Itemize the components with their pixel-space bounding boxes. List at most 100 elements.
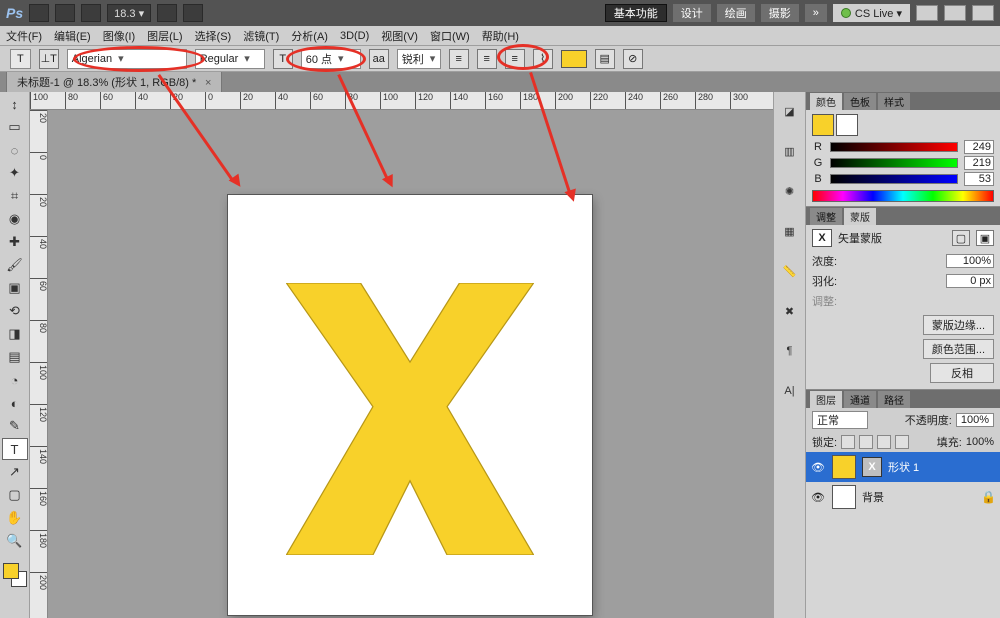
tab-close-icon[interactable]: × [205, 77, 211, 89]
adjust-strip-icon[interactable]: ✺ [779, 180, 801, 202]
tab-swatches[interactable]: 色板 [844, 93, 876, 110]
menu-3d[interactable]: 3D(D) [340, 30, 369, 42]
char-panel-icon[interactable]: ▤ [595, 49, 615, 69]
tool-marquee[interactable]: ▭ [2, 116, 28, 138]
tab-color[interactable]: 颜色 [810, 93, 842, 110]
workspace-design[interactable]: 设计 [673, 4, 711, 22]
tool-rect[interactable]: ▢ [2, 484, 28, 506]
opacity-input[interactable]: 100% [956, 413, 994, 427]
color-bg-swatch[interactable] [836, 114, 858, 136]
color-fg-swatch[interactable] [812, 114, 834, 136]
screenmode-icon[interactable] [183, 4, 203, 22]
nav-strip-icon[interactable]: ▦ [779, 220, 801, 242]
menu-select[interactable]: 选择(S) [195, 28, 232, 44]
visibility-eye-icon[interactable]: 👁 [810, 461, 826, 474]
menu-image[interactable]: 图像(I) [103, 28, 135, 44]
menu-edit[interactable]: 编辑(E) [54, 28, 91, 44]
tool-history[interactable]: ⟲ [2, 300, 28, 322]
r-slider[interactable] [830, 142, 958, 152]
lock-paint-icon[interactable] [859, 435, 873, 449]
clone-strip-icon[interactable]: A| [779, 380, 801, 402]
cancel-icon[interactable]: ⊘ [623, 49, 643, 69]
tool-heal[interactable]: ✚ [2, 231, 28, 253]
tool-hand[interactable]: ✋ [2, 507, 28, 529]
tool-lasso[interactable]: ◌ [2, 139, 28, 161]
text-orientation-icon[interactable]: ⊥T [39, 49, 59, 69]
tool-type[interactable]: T [2, 438, 28, 460]
document-canvas[interactable] [228, 195, 592, 615]
shape-x[interactable] [286, 283, 534, 555]
tool-crop[interactable]: ⌗ [2, 185, 28, 207]
viewmode-icon[interactable] [81, 4, 101, 22]
pixel-mask-icon[interactable]: ▢ [952, 230, 970, 246]
font-style-select[interactable]: Regular [195, 49, 265, 69]
mask-edge-button[interactable]: 蒙版边缘... [923, 315, 994, 335]
zoom-display[interactable]: 18.3 ▾ [107, 4, 151, 22]
workspace-photo[interactable]: 摄影 [761, 4, 799, 22]
fg-bg-swatches[interactable] [3, 563, 27, 587]
layer-row[interactable]: 👁背景🔒 [806, 482, 1000, 512]
workspace-paint[interactable]: 绘画 [717, 4, 755, 22]
tab-channels[interactable]: 通道 [844, 391, 876, 408]
feather-input[interactable]: 0 px [946, 274, 994, 288]
cslive-button[interactable]: CS Live ▾ [833, 4, 910, 22]
brush-strip-icon[interactable]: ✖ [779, 300, 801, 322]
tool-zoom[interactable]: 🔍 [2, 530, 28, 552]
window-min-icon[interactable] [916, 5, 938, 21]
tool-brush[interactable]: 🖌 [2, 254, 28, 276]
info-strip-icon[interactable]: 📏 [779, 260, 801, 282]
menu-analysis[interactable]: 分析(A) [291, 28, 328, 44]
histogram-strip-icon[interactable]: ▥ [779, 140, 801, 162]
workspace-more[interactable]: » [805, 4, 827, 22]
document-tab[interactable]: 未标题-1 @ 18.3% (形状 1, RGB/8) * × [6, 71, 222, 92]
workspace-basic[interactable]: 基本功能 [605, 4, 667, 22]
visibility-eye-icon[interactable]: 👁 [810, 491, 826, 504]
tool-eyedrop[interactable]: ◉ [2, 208, 28, 230]
tool-dodge[interactable]: ◐ [2, 392, 28, 414]
tool-stamp[interactable]: ▣ [2, 277, 28, 299]
density-input[interactable]: 100% [946, 254, 994, 268]
invert-button[interactable]: 反相 [930, 363, 994, 383]
layer-row[interactable]: 👁X形状 1 [806, 452, 1000, 482]
para-strip-icon[interactable]: ¶ [779, 340, 801, 362]
lock-all-icon[interactable] [895, 435, 909, 449]
canvas-viewport[interactable] [48, 110, 773, 618]
lock-trans-icon[interactable] [841, 435, 855, 449]
window-restore-icon[interactable] [944, 5, 966, 21]
tab-styles[interactable]: 样式 [878, 93, 910, 110]
r-value[interactable]: 249 [964, 140, 994, 154]
menu-help[interactable]: 帮助(H) [482, 28, 519, 44]
color-range-button[interactable]: 颜色范围... [923, 339, 994, 359]
minibridge-icon[interactable] [55, 4, 75, 22]
tool-eraser[interactable]: ◨ [2, 323, 28, 345]
tab-masks[interactable]: 蒙版 [844, 208, 876, 225]
menu-view[interactable]: 视图(V) [381, 28, 418, 44]
spectrum-bar[interactable] [812, 190, 994, 202]
swatches-strip-icon[interactable]: ◪ [779, 100, 801, 122]
align-center-icon[interactable]: ≡ [477, 49, 497, 69]
arrange-icon[interactable] [157, 4, 177, 22]
tab-paths[interactable]: 路径 [878, 391, 910, 408]
tab-adjustments[interactable]: 调整 [810, 208, 842, 225]
lock-move-icon[interactable] [877, 435, 891, 449]
menu-filter[interactable]: 滤镜(T) [243, 28, 279, 44]
tool-wand[interactable]: ✦ [2, 162, 28, 184]
g-value[interactable]: 219 [964, 156, 994, 170]
tool-pen[interactable]: ✎ [2, 415, 28, 437]
tool-path[interactable]: ↗ [2, 461, 28, 483]
menu-file[interactable]: 文件(F) [6, 28, 42, 44]
fg-swatch[interactable] [3, 563, 19, 579]
tab-layers[interactable]: 图层 [810, 391, 842, 408]
window-close-icon[interactable] [972, 5, 994, 21]
blend-mode-select[interactable]: 正常 [812, 411, 868, 429]
text-tool-indicator[interactable]: T [10, 49, 31, 69]
b-value[interactable]: 53 [964, 172, 994, 186]
antialias-select[interactable]: 锐利 [397, 49, 441, 69]
bridge-icon[interactable] [29, 4, 49, 22]
menu-layer[interactable]: 图层(L) [147, 28, 182, 44]
tool-grad[interactable]: ▤ [2, 346, 28, 368]
g-slider[interactable] [830, 158, 958, 168]
text-color-swatch[interactable] [561, 50, 587, 68]
tool-blur[interactable]: ◔ [2, 369, 28, 391]
vector-mask-icon[interactable]: ▣ [976, 230, 994, 246]
